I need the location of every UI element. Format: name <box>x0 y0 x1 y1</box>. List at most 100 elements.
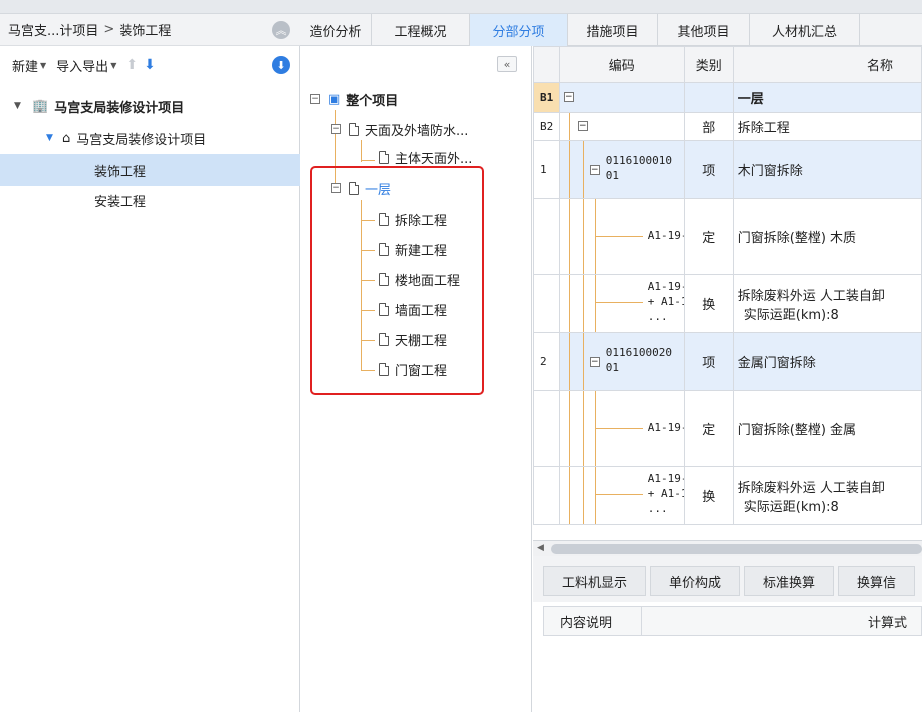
table-row[interactable]: 2 − 0116100020 01 项 金属门窗拆除 <box>533 332 922 391</box>
move-up-icon[interactable]: ⬆ <box>126 57 138 73</box>
left-toolbar: 新建 ▼ 导入导出 ▼ ⬆ ⬇ ⬇ <box>0 46 300 84</box>
tab-label: 标准换算 <box>763 575 816 591</box>
collapse-box-icon[interactable]: − <box>331 124 341 134</box>
tab-other[interactable]: 其他项目 <box>658 14 750 46</box>
type-cell[interactable]: 部 <box>683 112 734 141</box>
caret-down-icon: ▼ <box>40 60 47 70</box>
code-cell[interactable]: − 0116100020 01 <box>558 332 685 391</box>
type-cell[interactable]: 换 <box>683 466 734 525</box>
tab-overview[interactable]: 工程概况 <box>372 14 470 46</box>
mid-tree-node-roof[interactable]: 主体天面外... <box>379 150 472 164</box>
tab-unit-price[interactable]: 单价构成 <box>650 566 741 596</box>
table-row[interactable]: A1-19-69 + A1-19- ... 换 拆除废料外运 人工装自卸 实际运… <box>533 466 922 525</box>
row-number <box>533 390 560 467</box>
mid-tree-root[interactable]: − ▣ 整个项目 <box>310 89 398 109</box>
type-cell[interactable]: 定 <box>683 390 734 467</box>
tab-standard-conversion[interactable]: 标准换算 <box>744 566 835 596</box>
name-cell[interactable]: 拆除工程 <box>732 112 922 141</box>
tab-material-display[interactable]: 工料机显示 <box>543 566 647 596</box>
expand-triangle-icon[interactable]: ▼ <box>46 133 60 143</box>
header-code[interactable]: 编码 <box>558 46 685 83</box>
tab-label: 措施项目 <box>586 24 639 40</box>
download-icon[interactable]: ⬇ <box>272 56 290 74</box>
code-cell[interactable]: − <box>558 82 685 113</box>
table-row[interactable]: 1 − 0116100010 01 项 木门窗拆除 <box>533 140 922 199</box>
name-line: 实际运距(km):8 <box>743 307 839 323</box>
header-formula[interactable]: 计算式 <box>642 612 921 631</box>
tab-label: 分部分项 <box>492 24 545 40</box>
code-cell[interactable]: A1-19-69 + A1-19- ... <box>558 466 685 525</box>
project-icon: ▣ <box>328 91 341 107</box>
tab-conversion-info[interactable]: 换算信 <box>838 566 916 596</box>
type-cell[interactable]: 项 <box>683 140 734 199</box>
new-button-label: 新建 <box>12 59 39 75</box>
breadcrumb-current: 装饰工程 <box>119 24 172 39</box>
collapse-box-icon[interactable]: − <box>563 92 574 102</box>
collapse-box-icon[interactable]: − <box>589 357 600 367</box>
move-down-icon[interactable]: ⬇ <box>144 57 156 73</box>
name-cell[interactable]: 木门窗拆除 <box>732 140 922 199</box>
home-icon: ⌂ <box>62 130 71 146</box>
collapse-left-icon[interactable]: « <box>497 56 517 72</box>
detail-table-header: 内容说明 计算式 <box>543 606 922 636</box>
code-line: ... <box>647 310 668 323</box>
code-line: 01 <box>605 169 619 182</box>
code-line: 0116100020 <box>605 346 672 359</box>
scroll-left-icon[interactable]: ◀ <box>537 543 544 553</box>
collapse-box-icon[interactable]: − <box>577 121 588 131</box>
code-line: 0116100010 <box>605 154 672 167</box>
tree-item-installation[interactable]: 安装工程 <box>0 184 300 216</box>
tab-measures[interactable]: 措施项目 <box>568 14 658 46</box>
breadcrumb-project[interactable]: 马宫支...计项目 <box>8 20 98 39</box>
name-cell[interactable]: 门窗拆除(整樘) 金属 <box>732 390 922 467</box>
name-cell[interactable]: 金属门窗拆除 <box>732 332 922 391</box>
tree-line <box>361 140 362 162</box>
type-cell[interactable]: 定 <box>683 198 734 275</box>
type-cell[interactable] <box>683 82 734 113</box>
name-cell[interactable]: 门窗拆除(整樘) 木质 <box>732 198 922 275</box>
expand-triangle-icon[interactable]: ▼ <box>14 101 28 111</box>
name-cell[interactable]: 拆除废料外运 人工装自卸 实际运距(km):8 <box>732 274 922 333</box>
tab-cost-analysis[interactable]: 造价分析 <box>300 14 372 46</box>
row-number <box>533 274 560 333</box>
node-label: 天面及外墙防水... <box>365 123 469 139</box>
code-cell[interactable]: − <box>558 112 685 141</box>
row-number: B1 <box>533 82 560 113</box>
name-cell[interactable]: 拆除废料外运 人工装自卸 实际运距(km):8 <box>732 466 922 525</box>
tab-label: 工料机显示 <box>562 575 628 591</box>
mid-tree-node-waterproof[interactable]: − 天面及外墙防水... <box>331 119 468 139</box>
header-rownum <box>533 46 560 83</box>
document-icon <box>349 122 359 136</box>
name-cell[interactable]: 一层 <box>732 82 922 113</box>
sections-grid: 编码 类别 名称 B1 − 一层 B2 − 部 拆除工程 1 − 0116100… <box>533 46 922 540</box>
table-row[interactable]: B1 − 一层 <box>533 82 922 113</box>
table-row[interactable]: A1-19-69 + A1-19- ... 换 拆除废料外运 人工装自卸 实际运… <box>533 274 922 333</box>
tree-item-decoration[interactable]: 装饰工程 <box>0 154 300 186</box>
sections-table: 编码 类别 名称 B1 − 一层 B2 − 部 拆除工程 1 − 0116100… <box>533 46 922 525</box>
code-cell[interactable]: A1-19-69 + A1-19- ... <box>558 274 685 333</box>
collapse-box-icon[interactable]: − <box>310 94 320 104</box>
header-name[interactable]: 名称 <box>732 46 922 83</box>
code-cell[interactable]: A1-19-52 <box>558 198 685 275</box>
scrollbar-thumb[interactable] <box>551 544 922 554</box>
name-line: 拆除废料外运 人工装自卸 <box>737 288 885 304</box>
tab-materials[interactable]: 人材机汇总 <box>750 14 860 46</box>
table-row[interactable]: A1-19-52 定 门窗拆除(整樘) 木质 <box>533 198 922 275</box>
collapse-box-icon[interactable]: − <box>589 165 600 175</box>
collapse-up-icon[interactable]: ︽ <box>272 21 290 39</box>
tree-child[interactable]: ▼ ⌂ 马宫支局装修设计项目 <box>0 122 300 154</box>
header-type[interactable]: 类别 <box>683 46 734 83</box>
tree-root[interactable]: ▼ 🏢 马宫支局装修设计项目 <box>0 90 300 122</box>
type-cell[interactable]: 项 <box>683 332 734 391</box>
import-export-button[interactable]: 导入导出 ▼ <box>56 56 116 75</box>
code-cell[interactable]: − 0116100010 01 <box>558 140 685 199</box>
tab-sections[interactable]: 分部分项 <box>470 14 568 46</box>
code-cell[interactable]: A1-19-53 <box>558 390 685 467</box>
tree-line <box>361 160 375 161</box>
type-cell[interactable]: 换 <box>683 274 734 333</box>
header-description[interactable]: 内容说明 <box>544 607 642 635</box>
horizontal-scrollbar[interactable]: ◀ <box>533 540 922 556</box>
table-row[interactable]: A1-19-53 定 门窗拆除(整樘) 金属 <box>533 390 922 467</box>
new-button[interactable]: 新建 ▼ <box>12 56 46 75</box>
table-row[interactable]: B2 − 部 拆除工程 <box>533 112 922 141</box>
